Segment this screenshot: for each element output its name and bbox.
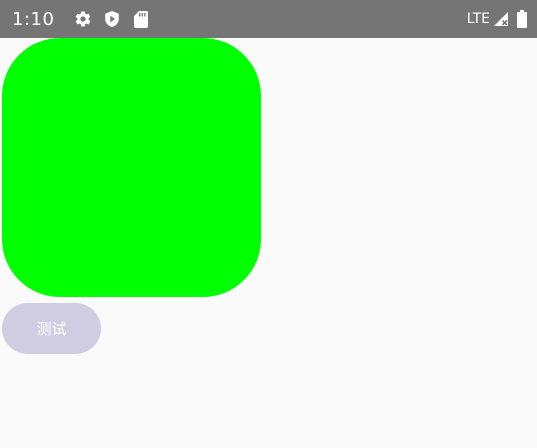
shield-play-icon bbox=[103, 10, 121, 28]
status-bar-left: 1:10 bbox=[12, 0, 161, 38]
green-rounded-box bbox=[2, 38, 261, 297]
status-bar: 1:10 LTE bbox=[0, 0, 537, 38]
battery-icon bbox=[517, 10, 527, 28]
gear-icon bbox=[74, 10, 92, 28]
status-bar-right: LTE bbox=[467, 0, 527, 38]
status-time: 1:10 bbox=[12, 8, 55, 30]
sd-card-icon bbox=[132, 10, 150, 28]
app-screen: 1:10 LTE 测试 bbox=[0, 0, 537, 448]
network-type-label: LTE bbox=[466, 11, 490, 27]
signal-icon bbox=[493, 11, 509, 27]
test-button[interactable]: 测试 bbox=[2, 303, 101, 354]
